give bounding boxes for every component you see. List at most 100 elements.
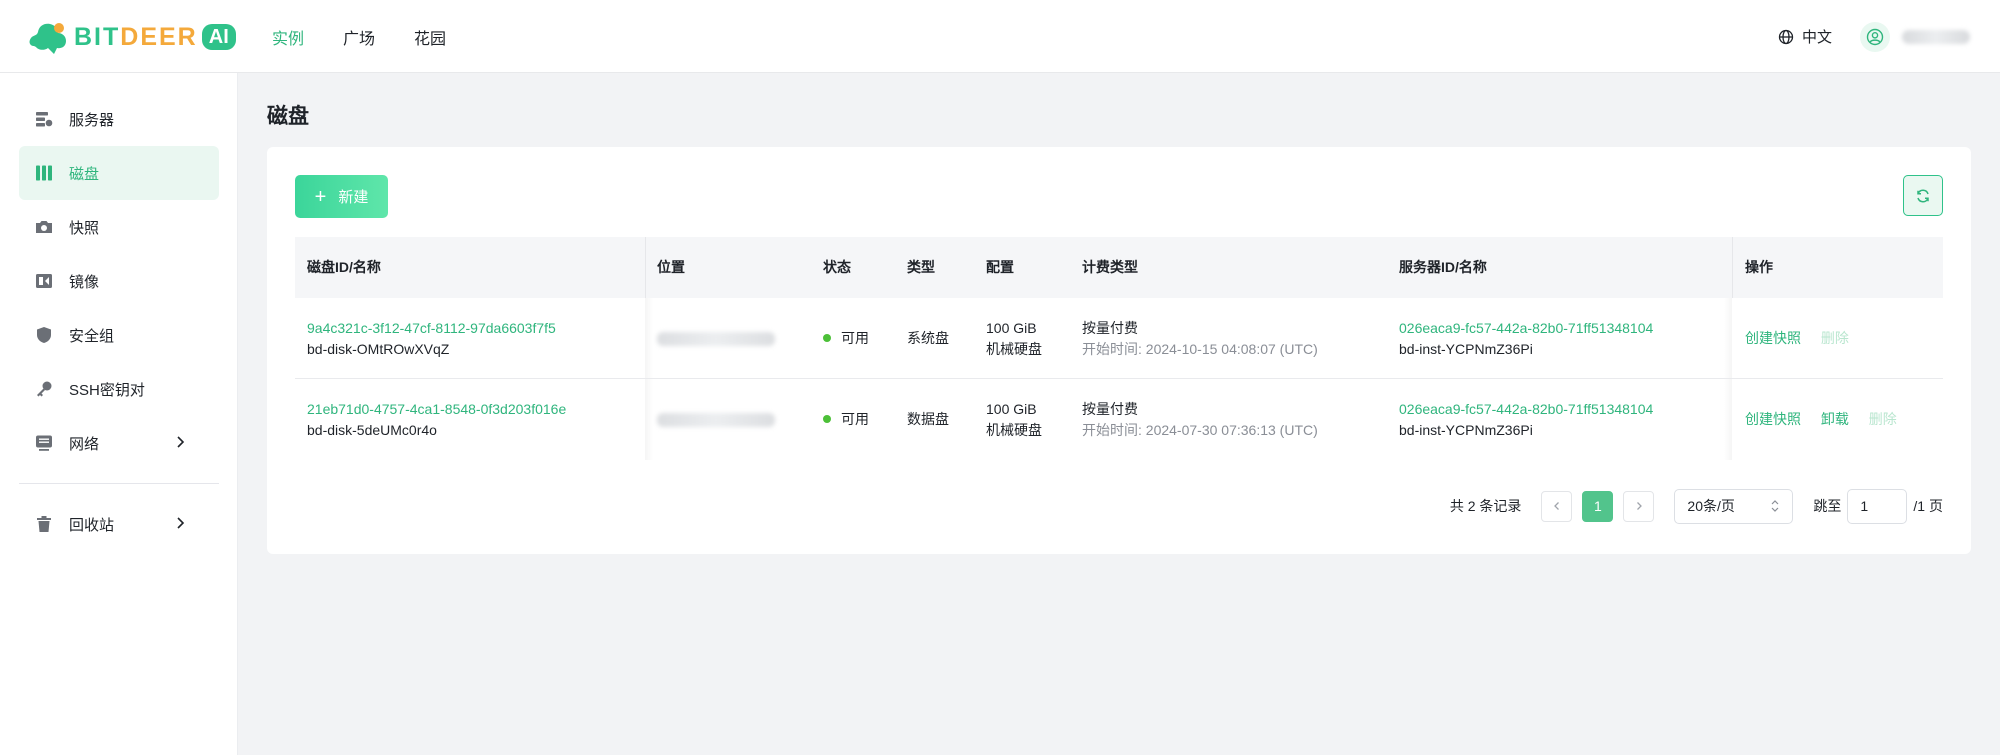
column-header-location: 位置 bbox=[657, 259, 685, 275]
refresh-icon bbox=[1917, 189, 1929, 202]
user-menu[interactable] bbox=[1860, 21, 1970, 52]
sidebar-item-servers[interactable]: 服务器 bbox=[19, 92, 219, 146]
column-shadow bbox=[1724, 298, 1732, 378]
delete-button-disabled[interactable]: 删除 bbox=[1821, 330, 1849, 346]
network-icon bbox=[34, 433, 54, 453]
user-icon bbox=[1866, 28, 1884, 45]
sidebar-item-disks[interactable]: 磁盘 bbox=[19, 146, 219, 200]
language-switcher[interactable]: 中文 bbox=[1778, 26, 1832, 47]
status-dot bbox=[823, 415, 831, 423]
column-divider bbox=[645, 237, 646, 298]
column-shadow bbox=[645, 298, 653, 378]
delete-button-disabled[interactable]: 删除 bbox=[1869, 411, 1897, 427]
key-icon bbox=[34, 379, 54, 399]
billing-cell: 按量付费 开始时间: 2024-07-30 07:36:13 (UTC) bbox=[1082, 399, 1318, 441]
sidebar-item-label: 服务器 bbox=[69, 111, 115, 129]
sidebar-item-recycle-bin[interactable]: 回收站 bbox=[19, 497, 219, 551]
sidebar: 服务器 磁盘 快照 镜像 安全组 SSH密钥对 网络 回收站 bbox=[0, 73, 238, 755]
detach-button[interactable]: 卸载 bbox=[1821, 411, 1849, 427]
next-page-button[interactable] bbox=[1623, 490, 1655, 522]
jump-label: 跳至 bbox=[1813, 498, 1842, 514]
top-nav-garden[interactable]: 花园 bbox=[414, 25, 446, 49]
type-cell: 数据盘 bbox=[907, 411, 949, 427]
username-redacted bbox=[1902, 29, 1970, 44]
type-cell: 系统盘 bbox=[907, 330, 949, 346]
page-title: 磁盘 bbox=[267, 105, 309, 128]
refresh-button[interactable] bbox=[1903, 175, 1943, 216]
jump-page-input[interactable]: 1 bbox=[1847, 488, 1908, 524]
config-media: 机械硬盘 bbox=[986, 341, 1042, 357]
chevron-right-icon bbox=[177, 436, 185, 448]
chevron-left-icon bbox=[1554, 502, 1559, 510]
sidebar-item-ssh-keys[interactable]: SSH密钥对 bbox=[19, 362, 219, 416]
server-name: bd-inst-YCPNmZ36Pi bbox=[1399, 341, 1533, 357]
config-cell: 100 GiB 机械硬盘 bbox=[986, 399, 1042, 441]
sidebar-item-label: 安全组 bbox=[69, 327, 115, 345]
brand-part1: BIT bbox=[74, 22, 121, 51]
disk-id-link[interactable]: 9a4c321c-3f12-47cf-8112-97da6603f7f5 bbox=[307, 318, 556, 339]
column-header-config: 配置 bbox=[986, 259, 1014, 275]
column-shadow bbox=[645, 379, 653, 460]
billing-start-time: 开始时间: 2024-07-30 07:36:13 (UTC) bbox=[1082, 422, 1318, 438]
config-media: 机械硬盘 bbox=[986, 422, 1042, 438]
brand-logo[interactable]: BIT DEER AI bbox=[28, 20, 236, 54]
top-nav-instances[interactable]: 实例 bbox=[272, 25, 304, 49]
column-header-actions: 操作 bbox=[1745, 259, 1773, 275]
sidebar-item-images[interactable]: 镜像 bbox=[19, 254, 219, 308]
create-snapshot-button[interactable]: 创建快照 bbox=[1745, 330, 1801, 346]
page-size-value: 20条/页 bbox=[1687, 498, 1735, 514]
plus-icon: + bbox=[314, 185, 327, 208]
billing-cell: 按量付费 开始时间: 2024-10-15 04:08:07 (UTC) bbox=[1082, 318, 1318, 360]
billing-type: 按量付费 bbox=[1082, 320, 1138, 336]
page-1-button[interactable]: 1 bbox=[1582, 490, 1614, 522]
status-dot bbox=[823, 334, 831, 342]
disk-id-link[interactable]: 21eb71d0-4757-4ca1-8548-0f3d203f016e bbox=[307, 399, 566, 420]
sidebar-item-label: 快照 bbox=[69, 219, 100, 237]
server-cell: 026eaca9-fc57-442a-82b0-71ff51348104 bd-… bbox=[1399, 318, 1653, 360]
status-badge: 可用 bbox=[841, 330, 869, 346]
prev-page-button[interactable] bbox=[1541, 490, 1573, 522]
actions-cell: 创建快照 删除 bbox=[1745, 328, 1849, 349]
server-id-link[interactable]: 026eaca9-fc57-442a-82b0-71ff51348104 bbox=[1399, 318, 1653, 339]
server-id-link[interactable]: 026eaca9-fc57-442a-82b0-71ff51348104 bbox=[1399, 399, 1653, 420]
pagination: 共 2 条记录 1 20条/页 跳至 1 /1 页 bbox=[1449, 488, 1943, 524]
sidebar-item-label: 磁盘 bbox=[69, 165, 100, 183]
location-redacted bbox=[657, 413, 775, 427]
sidebar-item-label: 网络 bbox=[69, 435, 100, 453]
column-header-server: 服务器ID/名称 bbox=[1399, 259, 1487, 275]
disk-cell: 21eb71d0-4757-4ca1-8548-0f3d203f016e bd-… bbox=[307, 399, 566, 441]
brand-ai-badge: AI bbox=[201, 24, 236, 50]
server-icon bbox=[34, 109, 54, 129]
sidebar-item-label: 镜像 bbox=[69, 273, 100, 291]
select-arrows-icon bbox=[1771, 499, 1779, 512]
sidebar-item-label: 回收站 bbox=[69, 516, 115, 534]
sidebar-item-security-group[interactable]: 安全组 bbox=[19, 308, 219, 362]
sidebar-item-network[interactable]: 网络 bbox=[19, 416, 219, 470]
sidebar-item-snapshots[interactable]: 快照 bbox=[19, 200, 219, 254]
brand-part2: DEER bbox=[120, 22, 198, 51]
billing-start-time: 开始时间: 2024-10-15 04:08:07 (UTC) bbox=[1082, 341, 1318, 357]
actions-cell: 创建快照 卸载 删除 bbox=[1745, 409, 1897, 430]
disk-list-card: + 新建 磁盘ID/名称 位置 状态 类型 配置 计费类型 服务器ID/名称 操… bbox=[267, 147, 1971, 554]
disk-icon bbox=[34, 163, 54, 183]
create-snapshot-button[interactable]: 创建快照 bbox=[1745, 411, 1801, 427]
config-cell: 100 GiB 机械硬盘 bbox=[986, 318, 1042, 360]
avatar bbox=[1860, 21, 1890, 52]
location-redacted bbox=[657, 332, 775, 346]
column-header-type: 类型 bbox=[907, 259, 935, 275]
new-button-label: 新建 bbox=[338, 189, 369, 206]
logo-mark-icon bbox=[28, 20, 70, 54]
column-divider bbox=[1732, 237, 1733, 298]
language-label: 中文 bbox=[1801, 29, 1832, 46]
table-header: 磁盘ID/名称 位置 状态 类型 配置 计费类型 服务器ID/名称 操作 bbox=[295, 237, 1943, 298]
page-size-select[interactable]: 20条/页 bbox=[1674, 488, 1794, 524]
brand-wordmark: BIT DEER AI bbox=[74, 23, 236, 52]
top-nav-square[interactable]: 广场 bbox=[343, 25, 375, 49]
server-name: bd-inst-YCPNmZ36Pi bbox=[1399, 422, 1533, 438]
globe-icon bbox=[1778, 29, 1794, 44]
image-icon bbox=[34, 271, 54, 291]
total-records: 共 2 条记录 bbox=[1449, 498, 1522, 514]
sidebar-divider bbox=[19, 483, 219, 484]
disk-table: 磁盘ID/名称 位置 状态 类型 配置 计费类型 服务器ID/名称 操作 9a4… bbox=[295, 237, 1943, 460]
new-disk-button[interactable]: + 新建 bbox=[295, 175, 388, 218]
